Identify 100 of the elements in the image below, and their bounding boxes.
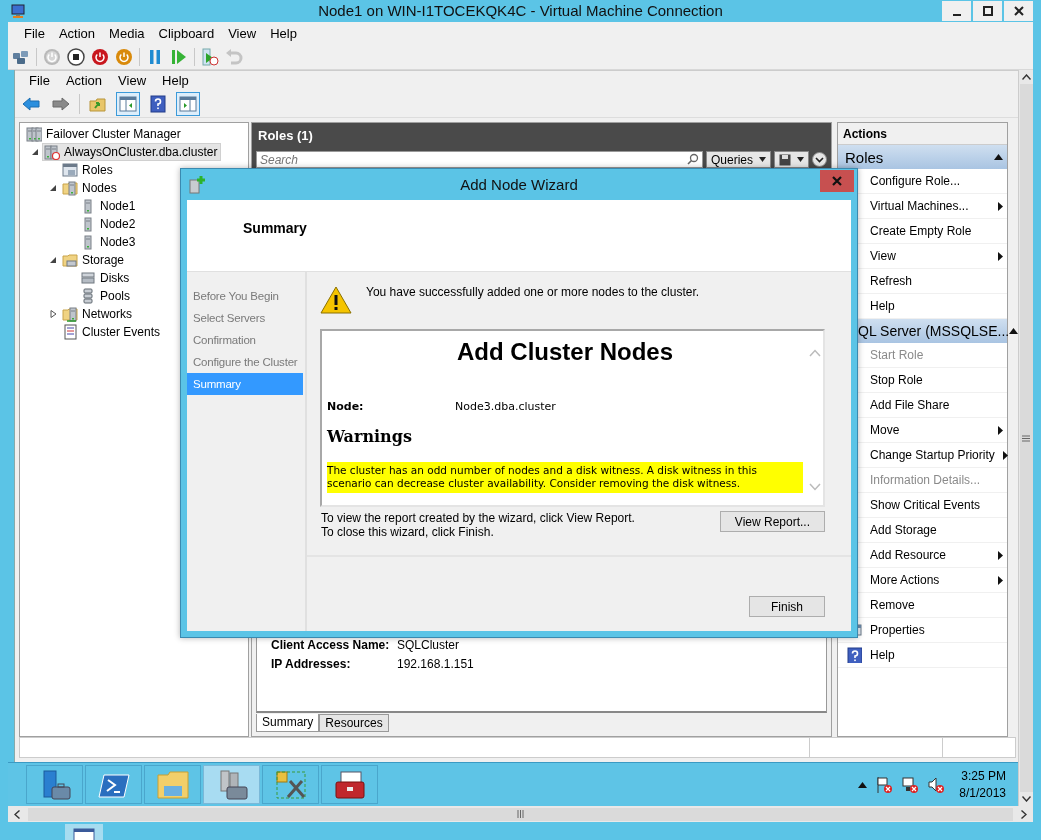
menu-item[interactable]: Action — [51, 23, 103, 43]
collapse-icon[interactable] — [812, 152, 827, 167]
maximize-button[interactable] — [973, 1, 1002, 21]
scroll-up-icon[interactable] — [1021, 74, 1031, 80]
folder-icon — [155, 768, 190, 801]
tree-item[interactable]: Disks — [78, 269, 134, 287]
stop-icon[interactable] — [67, 47, 85, 66]
snapshot-icon[interactable] — [201, 47, 219, 66]
taskbar-button[interactable] — [262, 765, 319, 804]
pane-button[interactable] — [116, 91, 140, 116]
field-label: IP Addresses: — [271, 656, 352, 671]
tree-item[interactable]: Node2 — [78, 215, 140, 233]
close-icon — [1013, 6, 1024, 16]
taskbar-button[interactable] — [65, 824, 103, 840]
expanded-icon[interactable] — [31, 148, 39, 156]
warning-text: The cluster has an odd number of nodes and a disk witness. A disk witness in this scenario can decrease cluster availability. Consider removing the disk witness. — [327, 462, 803, 493]
close-button[interactable] — [1004, 1, 1033, 21]
menu-item[interactable]: Clipboard — [151, 23, 222, 43]
toolbox-icon — [332, 768, 367, 801]
help-icon — [846, 647, 862, 663]
clock[interactable]: 3:25 PM 8/1/2013 — [959, 769, 1006, 800]
tree-item[interactable]: AlwaysOnCluster.dba.cluster — [42, 143, 222, 161]
power-icon[interactable] — [115, 47, 133, 66]
grip-icon — [517, 810, 524, 818]
save-query-button[interactable] — [774, 151, 809, 168]
window-icon — [73, 828, 95, 840]
field-value: Node3.dba.cluster — [455, 399, 556, 413]
power-icon[interactable] — [91, 47, 109, 66]
grip-icon — [1022, 434, 1030, 442]
menu-item[interactable]: View — [221, 23, 264, 43]
panel-title: Actions — [843, 126, 887, 141]
dialog-title: Add Node Wizard — [460, 176, 578, 193]
scroll-left-icon[interactable] — [14, 809, 20, 819]
expanded-icon[interactable] — [49, 184, 57, 192]
tab[interactable]: Summary — [256, 714, 320, 732]
section-header[interactable]: Roles — [838, 145, 1007, 169]
wizard-step[interactable]: Confirmation — [187, 329, 303, 351]
wizard-step[interactable]: Before You Begin — [187, 285, 303, 307]
field-value: 192.168.1.151 — [397, 656, 474, 671]
menu-item[interactable]: File — [17, 23, 52, 43]
tree-item[interactable]: Networks — [60, 305, 136, 323]
scroll-right-icon[interactable] — [1021, 809, 1027, 819]
tree-item[interactable]: Node3 — [78, 233, 140, 251]
menu-item[interactable]: File — [21, 72, 58, 89]
add-server-icon — [189, 175, 205, 194]
collapsed-icon[interactable] — [49, 310, 57, 318]
minimize-button[interactable] — [942, 1, 971, 21]
pane-icon — [179, 94, 197, 113]
command-link[interactable]: Help — [838, 643, 1007, 668]
taskbar-button[interactable] — [85, 765, 142, 804]
servers-icon — [26, 126, 42, 142]
window-title: Node1 on WIN-I1TOCEKQK4C - Virtual Machine Connection — [318, 2, 723, 19]
roles-icon — [62, 162, 78, 178]
disks-icon — [80, 270, 96, 286]
tree-item[interactable]: Node1 — [78, 197, 140, 215]
menu-item[interactable]: Help — [154, 72, 197, 89]
tree-item[interactable]: Storage — [60, 251, 129, 269]
tree-item[interactable]: Nodes — [60, 179, 121, 197]
tools-icon — [273, 768, 308, 801]
field-label: Node: — [327, 399, 365, 413]
menu-item[interactable]: Help — [263, 23, 304, 43]
computer-icon — [10, 3, 26, 19]
folder-icon — [62, 252, 78, 268]
tree-item[interactable]: Cluster Events — [60, 323, 165, 341]
search-field[interactable]: Search — [256, 151, 703, 168]
show-hidden-icon[interactable] — [858, 781, 868, 788]
queries-button[interactable]: Queries — [705, 151, 771, 168]
tree-item[interactable]: Roles — [60, 161, 117, 179]
page-heading: Summary — [243, 220, 307, 236]
tree-item[interactable]: Failover Cluster Manager — [24, 125, 185, 143]
view-report-button[interactable]: View Report... — [719, 511, 825, 532]
collapse-icon — [994, 154, 1003, 160]
taskbar-button[interactable] — [321, 765, 378, 804]
close-icon — [832, 176, 842, 186]
servers-icon — [62, 180, 78, 196]
finish-button[interactable]: Finish — [749, 596, 825, 617]
search-icon — [686, 153, 699, 165]
menu-item[interactable]: Media — [102, 23, 152, 43]
wizard-step[interactable]: Configure the Cluster — [187, 351, 303, 373]
network-error-icon[interactable] — [901, 775, 920, 794]
flag-error-icon[interactable] — [875, 775, 894, 794]
tree-item[interactable]: Pools — [78, 287, 135, 305]
wizard-step[interactable]: Select Servers — [187, 307, 303, 329]
taskbar-button[interactable] — [203, 765, 260, 804]
pane-icon — [119, 94, 137, 113]
speaker-muted-icon[interactable] — [927, 775, 946, 794]
menu-item[interactable]: Action — [57, 72, 111, 89]
menu-item[interactable]: View — [110, 72, 155, 89]
scroll-down-icon[interactable] — [1021, 796, 1031, 802]
expanded-icon[interactable] — [49, 256, 57, 264]
help-icon — [149, 94, 167, 113]
disks-icon — [80, 288, 96, 304]
save-icon — [779, 153, 791, 166]
collapse-icon — [1009, 328, 1019, 334]
tab[interactable]: Resources — [319, 714, 389, 732]
pane-button[interactable] — [176, 91, 200, 116]
field-label: Client Access Name: — [271, 637, 391, 652]
warning-icon — [320, 285, 352, 315]
hint-text: To view the report created by the wizard, click View Report. — [321, 511, 635, 525]
back-arrow-icon — [22, 94, 40, 113]
